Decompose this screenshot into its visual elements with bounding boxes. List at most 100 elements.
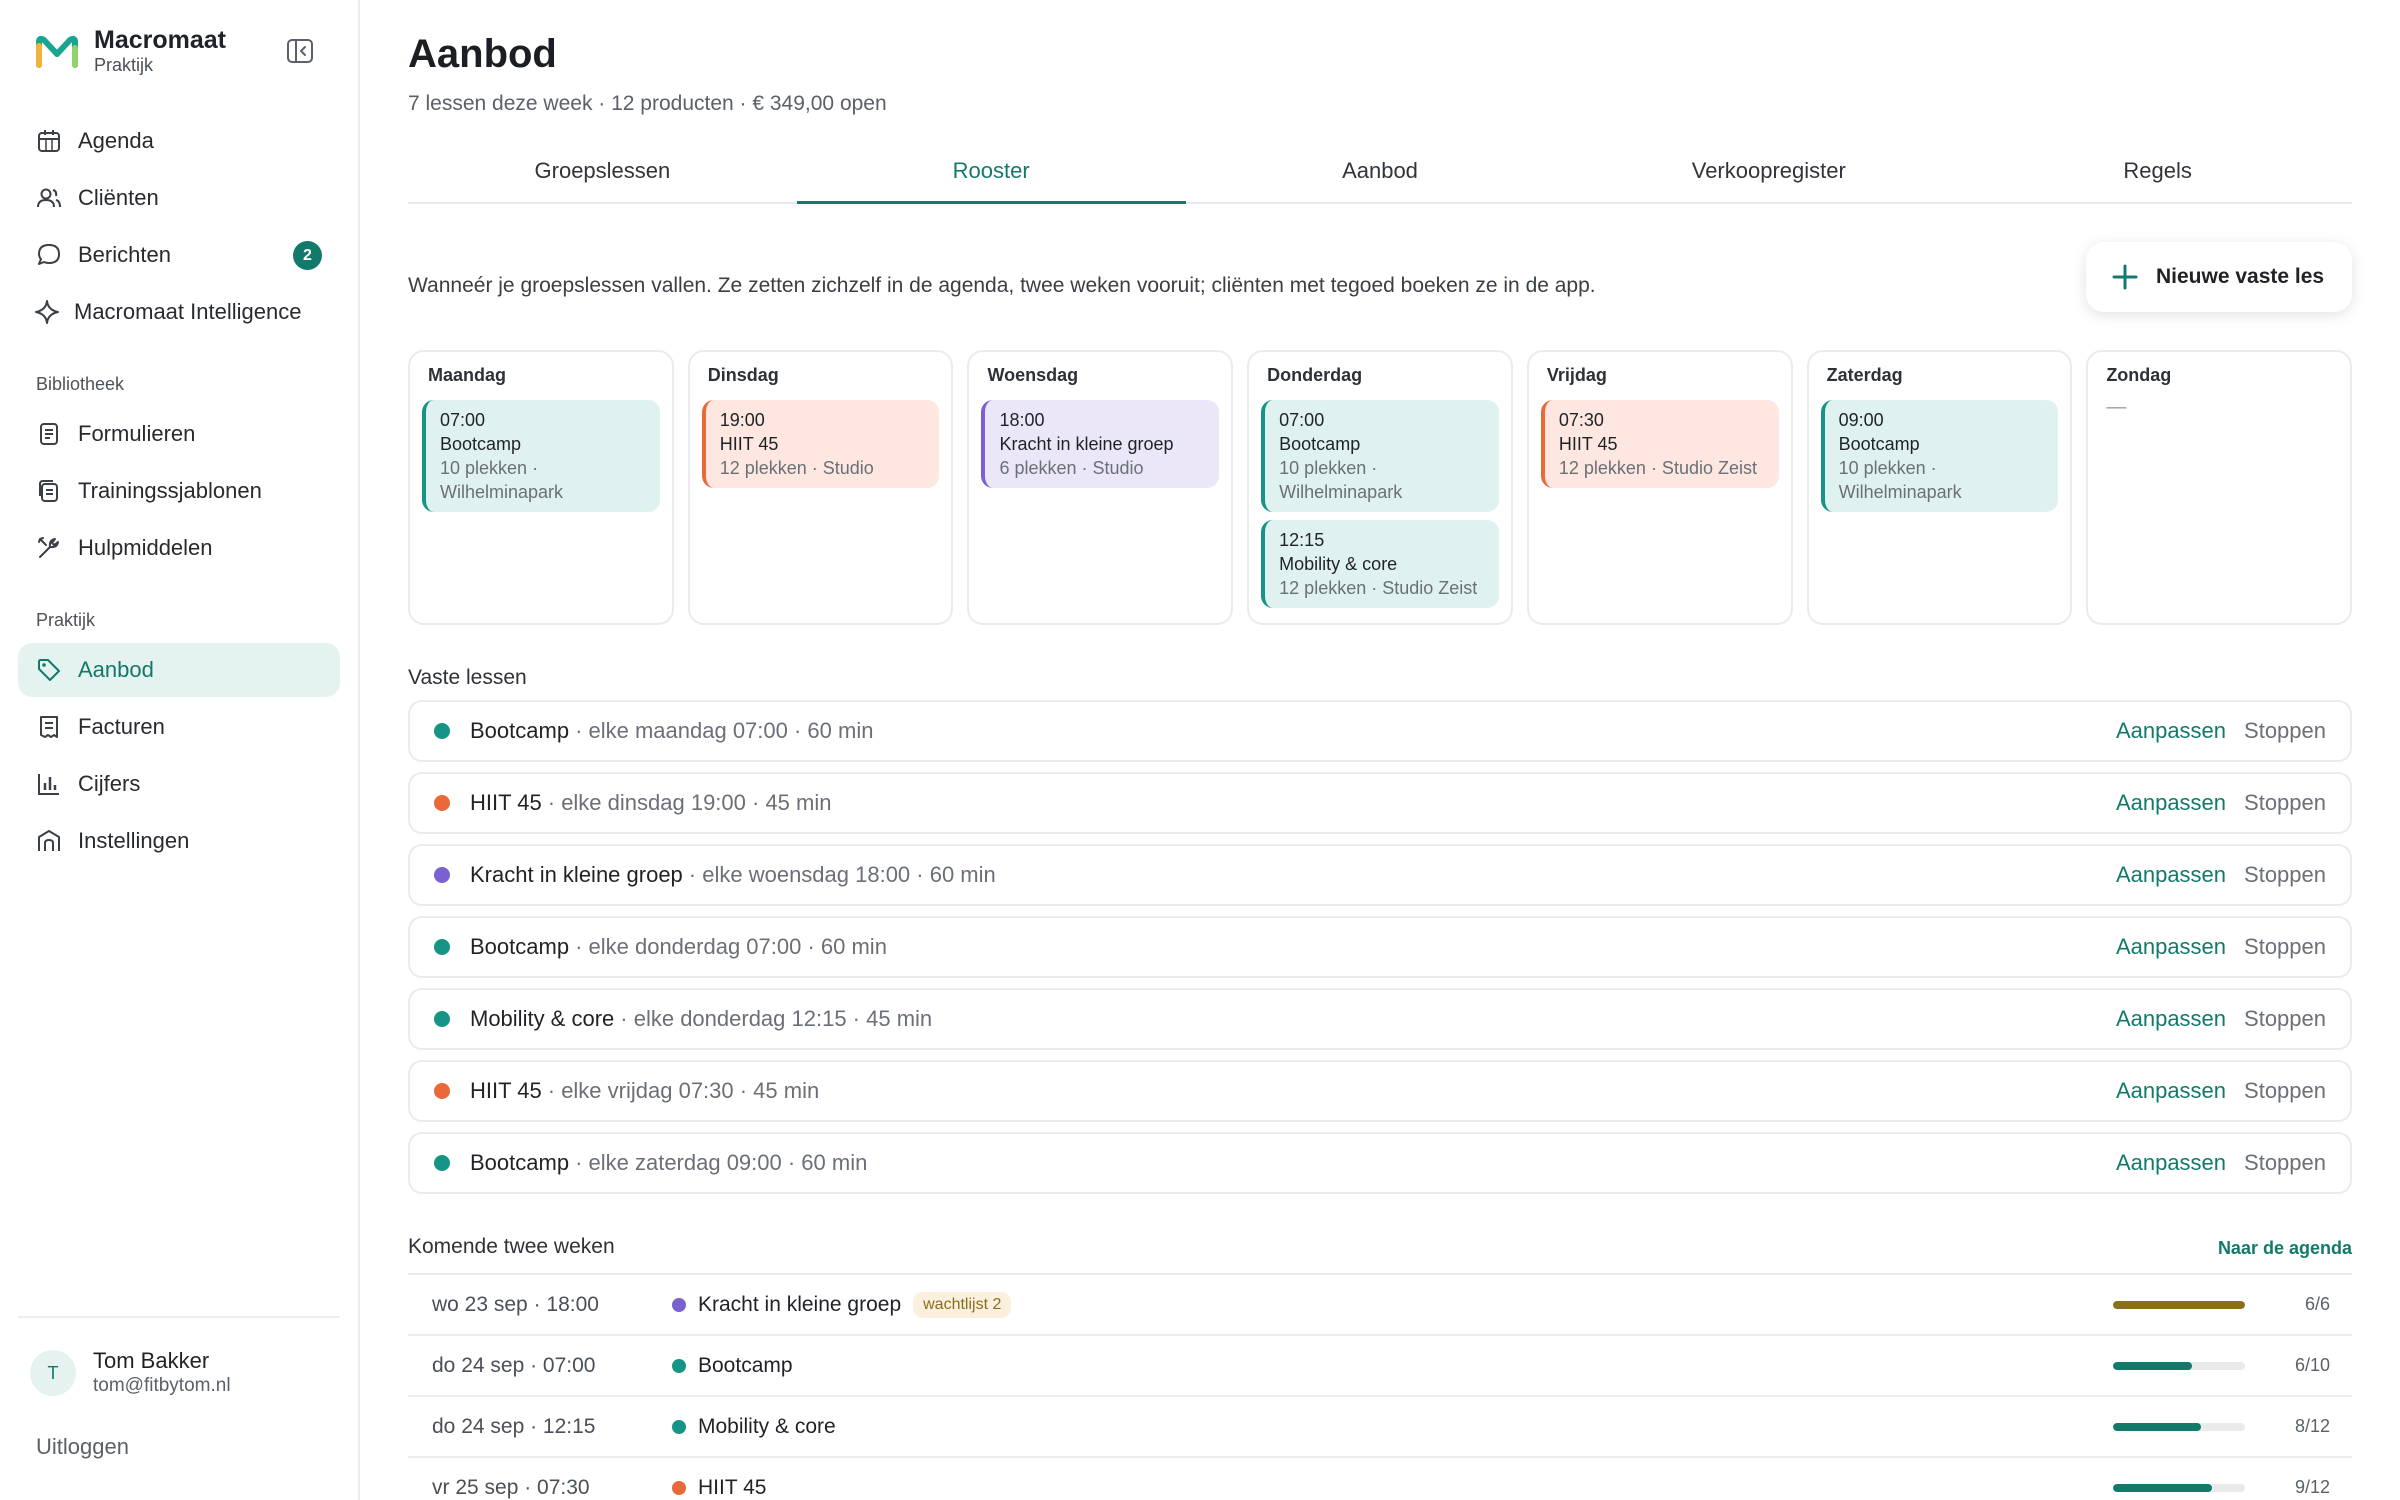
event-title: HIIT 45	[1558, 434, 1618, 454]
class-detail: · elke maandag 07:00 · 60 min	[575, 718, 874, 743]
stop-button[interactable]: Stoppen	[2244, 790, 2326, 816]
sidebar-item-label: Agenda	[78, 128, 154, 153]
event-meta: 12 plekken · Studio Zeist	[1558, 458, 1757, 478]
edit-button[interactable]: Aanpassen	[2116, 1078, 2226, 1104]
plus-icon	[2112, 264, 2138, 290]
edit-button[interactable]: Aanpassen	[2116, 790, 2226, 816]
capacity-count: 6/10	[2294, 1355, 2330, 1375]
capacity-count: 6/6	[2304, 1294, 2330, 1314]
edit-button[interactable]: Aanpassen	[2116, 862, 2226, 888]
table-row[interactable]: vr 25 sep · 07:30 HIIT 45 9/12	[408, 1458, 2352, 1500]
schedule-event[interactable]: 19:00 HIIT 45 12 plekken · Studio	[701, 400, 940, 488]
schedule-event[interactable]: 18:00 Kracht in kleine groep 6 plekken ·…	[981, 400, 1220, 488]
class-detail: · elke woensdag 18:00 · 60 min	[688, 862, 996, 887]
logout-link[interactable]: Uitloggen	[36, 1434, 129, 1460]
invoice-icon	[40, 716, 58, 738]
class-name: Bootcamp	[470, 934, 570, 959]
session-date: vr 25 sep · 07:30	[432, 1475, 590, 1499]
to-agenda-link[interactable]: Naar de agenda	[2218, 1238, 2352, 1259]
edit-button[interactable]: Aanpassen	[2116, 1006, 2226, 1032]
sidebar-divider	[18, 1316, 340, 1318]
day-name: Maandag	[428, 365, 507, 385]
tab-groepslessen[interactable]: Groepslessen	[408, 148, 797, 202]
capacity-bar-fill	[2113, 1361, 2193, 1370]
event-time: 07:00	[440, 410, 486, 430]
class-detail: · elke dinsdag 19:00 · 45 min	[547, 790, 832, 815]
class-name: Bootcamp	[470, 1150, 570, 1175]
day-column-zondag: Zondag —	[2086, 350, 2353, 625]
tab-rooster[interactable]: Rooster	[796, 148, 1186, 204]
edit-button[interactable]: Aanpassen	[2116, 718, 2226, 744]
sidebar-item-label: Aanbod	[78, 657, 154, 682]
sidebar-item-label: Formulieren	[78, 421, 196, 446]
day-name: Woensdag	[987, 365, 1079, 385]
event-meta: 6 plekken · Studio	[999, 458, 1144, 478]
session-name: HIIT 45	[698, 1475, 767, 1499]
user-email: tom@fitbytom.nl	[93, 1375, 231, 1396]
sidebar-item-instellingen[interactable]: Instellingen	[18, 814, 340, 868]
unread-count-badge: 2	[293, 241, 322, 270]
schedule-event[interactable]: 12:15 Mobility & core 12 plekken · Studi…	[1261, 520, 1499, 608]
color-dot	[672, 1297, 686, 1312]
table-row[interactable]: do 24 sep · 07:00 Bootcamp 6/10	[408, 1336, 2352, 1397]
event-meta: 12 plekken · Studio	[719, 458, 874, 478]
table-row[interactable]: do 24 sep · 12:15 Mobility & core 8/12	[408, 1397, 2352, 1458]
sidebar-item-formulieren[interactable]: Formulieren	[18, 407, 340, 461]
sidebar-item-agenda[interactable]: Agenda	[18, 114, 340, 168]
edit-button[interactable]: Aanpassen	[2116, 1150, 2226, 1176]
schedule-event[interactable]: 07:00 Bootcamp 10 plekken · Wilhelminapa…	[1261, 400, 1499, 512]
event-title: Mobility & core	[1279, 554, 1398, 574]
schedule-event[interactable]: 07:00 Bootcamp 10 plekken · Wilhelminapa…	[422, 400, 660, 512]
sidebar-collapse-icon[interactable]	[286, 38, 314, 64]
capacity-count: 9/12	[2294, 1477, 2330, 1497]
day-column-woensdag: Woensdag 18:00 Kracht in kleine groep 6 …	[967, 350, 1234, 625]
sidebar-item-aanbod[interactable]: Aanbod	[18, 643, 340, 697]
sidebar-item-cijfers[interactable]: Cijfers	[18, 757, 340, 811]
brand-name: Macromaat	[94, 26, 226, 54]
color-dot	[672, 1419, 686, 1434]
users-icon	[37, 188, 61, 208]
new-recurring-class-button[interactable]: Nieuwe vaste les	[2086, 242, 2352, 312]
stop-button[interactable]: Stoppen	[2244, 934, 2326, 960]
sidebar-item-clienten[interactable]: Cliënten	[18, 171, 340, 225]
event-title: HIIT 45	[719, 434, 779, 454]
event-time: 19:00	[719, 410, 765, 430]
page-title: Aanbod	[408, 32, 557, 76]
sidebar-item-intelligence[interactable]: Macromaat Intelligence	[18, 285, 340, 339]
color-dot	[434, 1011, 450, 1027]
user-profile[interactable]: T Tom Bakker tom@fitbytom.nl	[30, 1348, 231, 1398]
edit-button[interactable]: Aanpassen	[2116, 934, 2226, 960]
sidebar-item-label: Cliënten	[78, 185, 159, 210]
stop-button[interactable]: Stoppen	[2244, 1006, 2326, 1032]
schedule-event[interactable]: 09:00 Bootcamp 10 plekken · Wilhelminapa…	[1820, 400, 2059, 512]
brand-subtitle: Praktijk	[94, 55, 154, 75]
stop-button[interactable]: Stoppen	[2244, 1150, 2326, 1176]
building-icon	[38, 830, 60, 851]
table-row[interactable]: wo 23 sep · 18:00 Kracht in kleine groep…	[408, 1275, 2352, 1336]
tab-aanbod[interactable]: Aanbod	[1186, 148, 1575, 202]
event-meta: 12 plekken · Studio Zeist	[1279, 578, 1478, 598]
stop-button[interactable]: Stoppen	[2244, 1078, 2326, 1104]
main-content: Aanbod 7 lessen deze week · 12 producten…	[408, 0, 2353, 1500]
capacity-bar-fill	[2113, 1422, 2202, 1431]
brand[interactable]: Macromaat Praktijk	[36, 26, 226, 76]
sidebar-item-berichten[interactable]: Berichten 2	[18, 228, 340, 282]
day-name: Donderdag	[1267, 365, 1363, 385]
empty-day-placeholder: —	[2106, 396, 2127, 418]
list-item: Bootcamp · elke maandag 07:00 · 60 min A…	[408, 700, 2352, 762]
class-detail: · elke zaterdag 09:00 · 60 min	[575, 1150, 868, 1175]
color-dot	[434, 867, 450, 883]
stop-button[interactable]: Stoppen	[2244, 862, 2326, 888]
stop-button[interactable]: Stoppen	[2244, 718, 2326, 744]
tab-regels[interactable]: Regels	[1963, 148, 2352, 202]
sidebar-item-facturen[interactable]: Facturen	[18, 700, 340, 754]
sidebar-item-hulpmiddelen[interactable]: Hulpmiddelen	[18, 521, 340, 575]
day-name: Dinsdag	[707, 365, 779, 385]
schedule-event[interactable]: 07:30 HIIT 45 12 plekken · Studio Zeist	[1540, 400, 1779, 488]
fixed-classes-heading: Vaste lessen	[408, 666, 527, 689]
tab-verkoopregister[interactable]: Verkoopregister	[1574, 148, 1963, 202]
sidebar-item-trainingssjablonen[interactable]: Trainingssjablonen	[18, 464, 340, 518]
calendar-icon	[38, 130, 60, 152]
sidebar-item-label: Hulpmiddelen	[78, 535, 213, 560]
class-detail: · elke vrijdag 07:30 · 45 min	[547, 1078, 820, 1103]
